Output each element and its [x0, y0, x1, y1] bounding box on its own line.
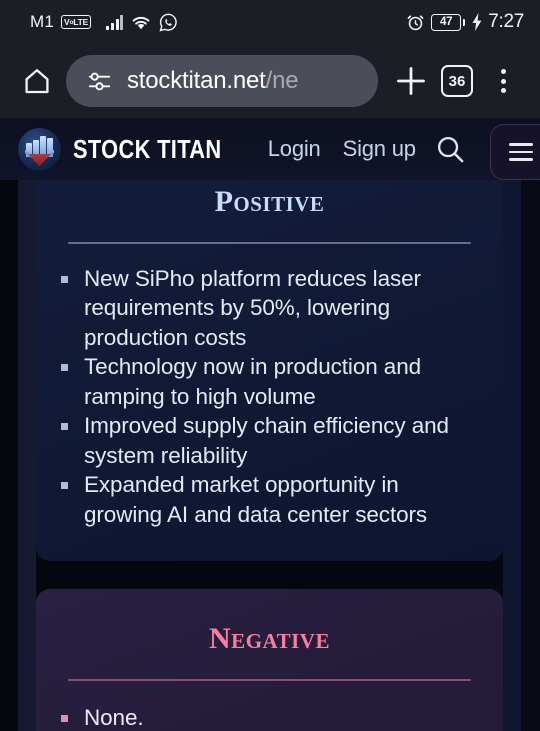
site-header: STOCK TITAN Login Sign up [0, 118, 540, 180]
stock-titan-logo-icon[interactable] [18, 127, 61, 171]
signup-link[interactable]: Sign up [343, 136, 416, 162]
positive-bullet-list: New SiPho platform reduces laser require… [58, 264, 481, 530]
battery-tip [462, 18, 466, 26]
phone-screen: M1 VoLTE 47 7:27 stocktitan.net/ne 36 ST… [0, 0, 540, 731]
header-nav: Login Sign up [268, 136, 416, 162]
android-status-bar: M1 VoLTE 47 7:27 [0, 0, 540, 44]
list-item: None. [58, 703, 481, 731]
browser-toolbar: stocktitan.net/ne 36 [0, 44, 540, 118]
page-left-gutter [18, 180, 36, 731]
status-bar-right: 47 7:27 [406, 11, 524, 33]
plus-icon[interactable] [388, 58, 434, 104]
url-path: /ne [265, 67, 299, 94]
negative-card-title: Negative [209, 622, 330, 655]
signal-bars-icon [106, 14, 124, 30]
positive-card-title: Positive [214, 185, 325, 218]
positive-card: Positive New SiPho platform reduces lase… [36, 180, 503, 561]
volte-badge: VoLTE [61, 15, 92, 29]
logo-bars [26, 135, 54, 157]
wifi-icon [130, 14, 152, 31]
kebab-menu-icon[interactable] [480, 58, 526, 104]
url-host: stocktitan.net [127, 67, 266, 94]
cards-container: Positive New SiPho platform reduces lase… [36, 180, 503, 731]
clock-label: 7:27 [488, 11, 524, 32]
tab-switcher-button[interactable]: 36 [434, 58, 480, 104]
battery-indicator: 47 [431, 13, 466, 31]
search-icon[interactable] [434, 133, 467, 166]
logo-chevron-accent [28, 153, 51, 167]
negative-card: Negative None. [36, 589, 503, 731]
battery-percent-label: 47 [431, 13, 462, 31]
list-item: Expanded market opportunity in growing A… [58, 470, 481, 529]
brand-wordmark[interactable]: STOCK TITAN [73, 134, 221, 165]
positive-title-divider [68, 242, 471, 244]
home-icon[interactable] [14, 58, 60, 104]
login-link[interactable]: Login [268, 136, 321, 162]
hamburger-menu-icon[interactable] [490, 124, 540, 180]
carrier-label: M1 [30, 12, 55, 31]
charging-bolt-icon [471, 12, 483, 32]
tune-sliders-icon[interactable] [86, 68, 113, 95]
list-item: Improved supply chain efficiency and sys… [58, 411, 481, 470]
whatsapp-icon [159, 13, 178, 32]
page-right-gutter [503, 180, 521, 731]
url-bar[interactable]: stocktitan.net/ne [66, 55, 378, 107]
list-item: Technology now in production and ramping… [58, 352, 481, 411]
alarm-clock-icon [406, 13, 425, 32]
status-bar-left: M1 VoLTE [30, 12, 178, 32]
page-right-edge [521, 180, 540, 731]
url-text[interactable]: stocktitan.net/ne [127, 67, 298, 95]
negative-bullet-list: None. [58, 703, 481, 731]
tab-count-label: 36 [441, 65, 473, 97]
kebab-dots [500, 69, 506, 93]
page-content: Positive New SiPho platform reduces lase… [0, 180, 540, 731]
list-item: New SiPho platform reduces laser require… [58, 264, 481, 353]
negative-title-divider [68, 679, 471, 681]
hamburger-lines [509, 143, 533, 161]
